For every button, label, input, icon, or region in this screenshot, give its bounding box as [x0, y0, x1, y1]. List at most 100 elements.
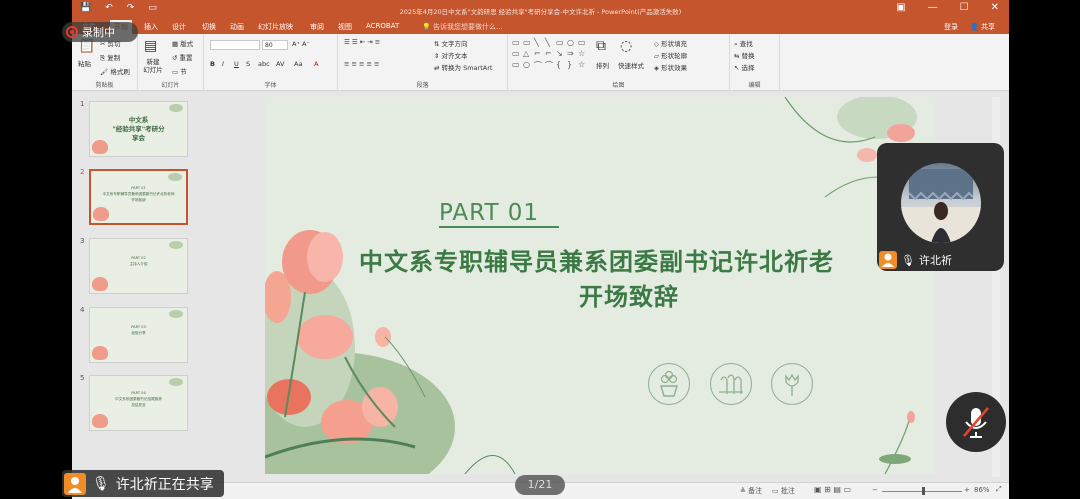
text-direction-button[interactable]: ⇅ 文字方向: [434, 38, 468, 48]
shapes-gallery[interactable]: ▭ ▭ ╲ ╲ ▭ ○ ▭ ▭ △ ⌐ ⌐ ↘ ⇒ ☆ ▭ ○ ⌒ ⌒{} ☆: [512, 38, 589, 71]
ribbon-display-icon[interactable]: ▣: [896, 2, 905, 13]
bullets-icon[interactable]: ☰ ☰ ⇤ ⇥ ≡: [344, 38, 380, 46]
tulips-icon: [710, 363, 752, 405]
group-label-font: 字体: [264, 82, 277, 89]
font-size-field[interactable]: 80: [262, 40, 288, 50]
slide-canvas[interactable]: PART 01 中文系专职辅导员兼系团委副书记许北祈老 开场致辞: [265, 97, 935, 474]
italic-icon[interactable]: I: [222, 60, 224, 68]
page-indicator: 1/21: [515, 475, 565, 495]
section-button[interactable]: ▭ 节: [172, 66, 187, 76]
close-icon[interactable]: ✕: [991, 2, 999, 13]
flower-decoration: [92, 277, 108, 291]
shadow-icon[interactable]: S: [246, 60, 250, 68]
align-text-label: 对齐文本: [441, 52, 468, 60]
zoom-in-icon[interactable]: +: [964, 486, 970, 494]
clipboard-group: 📋 粘贴 ✂ 剪切 ⎘ 复制 🖌 格式刷 剪贴板: [72, 34, 138, 91]
layout-button[interactable]: ▦ 版式: [172, 38, 193, 48]
slide-thumbnail-1[interactable]: 中文系 "经验共享"考研分 享会: [89, 101, 188, 157]
tab-animations[interactable]: 动画: [230, 22, 244, 32]
title-bar: 💾 ↶ ↷ ▭ 2025年4月20日中文系"文韵研思 经验共享"考研分享会-中文…: [72, 0, 1009, 20]
copy-button[interactable]: ⎘ 复制: [100, 52, 120, 63]
window-title: 2025年4月20日中文系"文韵研思 经验共享"考研分享会-中文许北祈 - Po…: [399, 8, 682, 16]
thumb-text: PART 03 经验分享: [131, 325, 146, 335]
font-color-icon[interactable]: A: [314, 60, 318, 68]
notes-label: 备注: [748, 487, 763, 495]
text-direction-label: 文字方向: [441, 40, 468, 48]
slide-thumbnail-4[interactable]: PART 03 经验分享: [89, 307, 188, 363]
arrange-icon[interactable]: ⧉: [596, 38, 606, 54]
account-area: 登录 👤 共享: [944, 22, 995, 32]
person-icon: [879, 251, 897, 269]
section-label: 节: [180, 68, 187, 76]
reset-button[interactable]: ↺ 重置: [172, 52, 193, 62]
recording-indicator[interactable]: 录制中: [62, 22, 138, 42]
zoom-out-icon[interactable]: −: [872, 486, 878, 494]
tab-transitions[interactable]: 切换: [202, 22, 216, 32]
screen-share-view: 💾 ↶ ↷ ▭ 2025年4月20日中文系"文韵研思 经验共享"考研分享会-中文…: [0, 0, 1080, 499]
tab-acrobat[interactable]: ACROBAT: [366, 22, 399, 30]
tulip-icon: [771, 363, 813, 405]
shape-fill-button[interactable]: ◇ 形状填充: [654, 38, 687, 48]
smartart-button[interactable]: ⇄ 转换为 SmartArt: [434, 62, 492, 72]
tab-design[interactable]: 设计: [172, 22, 186, 32]
powerpoint-window: 💾 ↶ ↷ ▭ 2025年4月20日中文系"文韵研思 经验共享"考研分享会-中文…: [72, 0, 1009, 499]
select-label: 选择: [741, 64, 755, 72]
participant-video-tile[interactable]: 🎙 许北祈: [877, 143, 1004, 271]
grow-font-icon[interactable]: A⁺ A⁻: [292, 40, 310, 48]
group-label-drawing: 绘图: [612, 82, 625, 89]
part-label: PART 01: [439, 200, 540, 226]
replace-button[interactable]: ⇆ 替换: [734, 50, 755, 60]
tab-insert[interactable]: 插入: [144, 22, 158, 32]
maximize-icon[interactable]: ☐: [960, 2, 969, 13]
paste-button[interactable]: 粘贴: [78, 58, 91, 68]
select-button[interactable]: ↖ 选择: [734, 62, 755, 72]
font-group: 80 A⁺ A⁻ B I U S abc AV Aa A 字体: [204, 34, 338, 91]
notes-button[interactable]: ≜ 备注: [740, 486, 762, 496]
zoom-slider-thumb[interactable]: [922, 487, 925, 495]
arrange-button[interactable]: 排列: [596, 60, 609, 70]
view-buttons[interactable]: ▣ ⊞ ▤ ▭: [814, 485, 851, 494]
quick-styles-icon[interactable]: ◌: [620, 38, 632, 54]
tell-me-search[interactable]: 💡 告诉我您想要做什么...: [422, 22, 503, 32]
zoom-level[interactable]: 86%: [974, 486, 990, 494]
minimize-icon[interactable]: —: [928, 2, 938, 13]
tab-slideshow[interactable]: 幻灯片放映: [258, 22, 293, 32]
bold-icon[interactable]: B: [210, 60, 215, 68]
fit-slide-icon[interactable]: ⤢: [996, 485, 1002, 494]
shape-effects-button[interactable]: ◈ 形状效果: [654, 62, 687, 72]
part-underline: [439, 226, 559, 228]
slide-thumbnail-2[interactable]: PART 01 中文系专职辅导员兼系团委副书记许北祈老师 开场致辞: [89, 169, 188, 225]
share-button[interactable]: 👤 共享: [970, 22, 995, 32]
find-label: 查找: [739, 40, 753, 48]
microphone-icon: 🎙: [92, 475, 110, 492]
leaf-decoration: [169, 241, 183, 249]
slide-thumbnails-panel[interactable]: 1 中文系 "经验共享"考研分 享会 2 PART 01 中文系专职辅导员兼系团…: [72, 91, 200, 482]
ribbon: 📋 粘贴 ✂ 剪切 ⎘ 复制 🖌 格式刷 剪贴板 ▤ 新建 幻灯片 ▦ 版式 ↺…: [72, 34, 1009, 91]
char-spacing-icon[interactable]: AV: [276, 60, 284, 68]
signin-link[interactable]: 登录: [944, 22, 958, 32]
new-slide-icon[interactable]: ▤: [144, 38, 157, 54]
slide-thumbnail-5[interactable]: PART 04 中文系系团委副书记结尾致辞 总结发言: [89, 375, 188, 431]
format-painter-button[interactable]: 🖌 格式刷: [100, 66, 130, 76]
align-text-button[interactable]: ⇕ 对齐文本: [434, 50, 468, 60]
find-button[interactable]: ⌕ 查找: [734, 38, 753, 49]
mute-microphone-button[interactable]: [946, 392, 1006, 452]
quick-styles-button[interactable]: 快速样式: [618, 60, 644, 70]
leaf-decoration: [169, 310, 183, 318]
strikethrough-icon[interactable]: abc: [258, 60, 270, 68]
thumb-number: 5: [80, 374, 85, 382]
comments-button[interactable]: ▭ 批注: [772, 486, 795, 496]
share-banner-text: 许北祈正在共享: [115, 476, 214, 493]
flower-decoration: [92, 414, 108, 428]
new-slide-button[interactable]: 新建 幻灯片: [140, 58, 166, 74]
tab-review[interactable]: 审阅: [310, 22, 324, 32]
thumb-text: PART 01 中文系专职辅导员兼系团委副书记许北祈老师 开场致辞: [102, 186, 175, 202]
change-case-icon[interactable]: Aa: [294, 60, 302, 68]
tab-view[interactable]: 视图: [338, 22, 352, 32]
align-icons[interactable]: ≡ ≡ ≡ ≡ ≡: [344, 60, 380, 68]
layout-label: 版式: [180, 40, 194, 48]
font-name-field[interactable]: [210, 40, 260, 50]
slide-thumbnail-3[interactable]: PART 02 主持人介绍: [89, 238, 188, 294]
underline-icon[interactable]: U: [234, 60, 239, 68]
shape-outline-button[interactable]: ▱ 形状轮廓: [654, 50, 687, 60]
